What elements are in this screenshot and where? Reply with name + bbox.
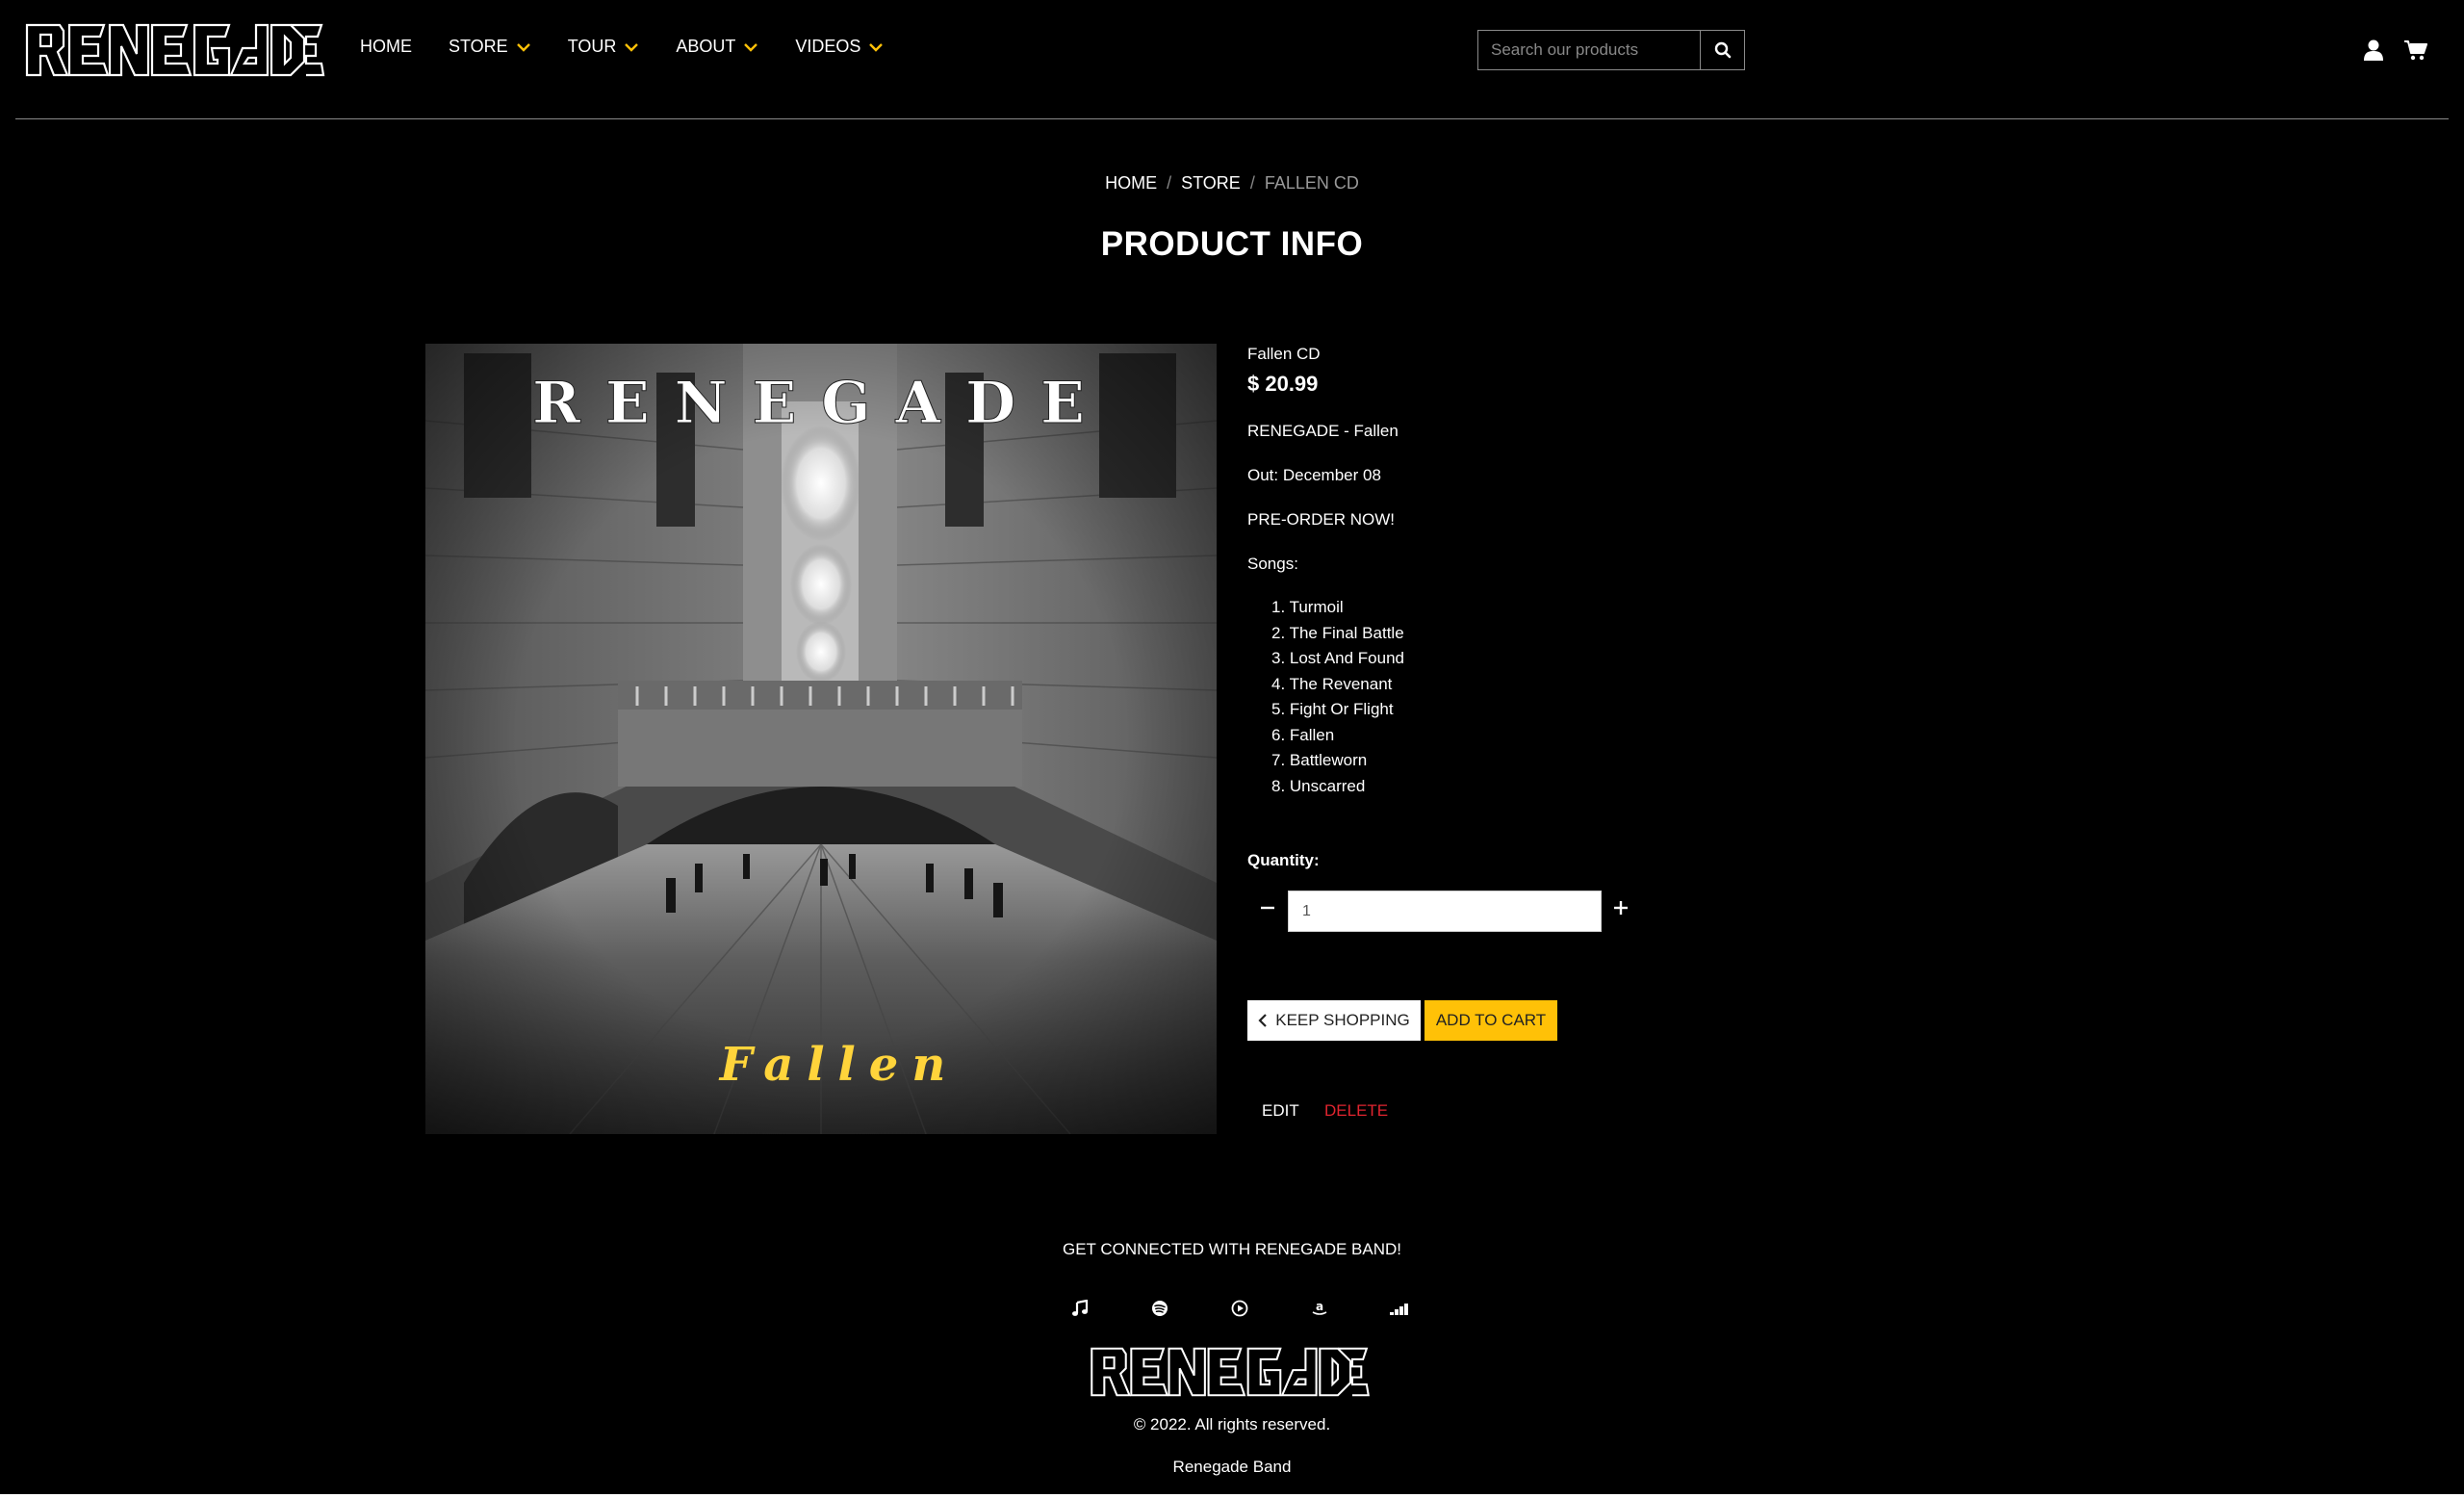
nav-videos[interactable]: VIDEOS xyxy=(795,37,884,57)
search-button[interactable] xyxy=(1701,30,1745,70)
search-input[interactable] xyxy=(1477,30,1701,70)
nav-divider xyxy=(15,118,2449,119)
nav-home[interactable]: HOME xyxy=(360,37,412,57)
song-item: 2. The Final Battle xyxy=(1271,623,1404,642)
breadcrumb-current: FALLEN CD xyxy=(1264,173,1359,193)
chevron-down-icon xyxy=(516,42,530,52)
song-item: 4. The Revenant xyxy=(1271,674,1393,693)
itunes-link[interactable] xyxy=(1061,1298,1099,1319)
cart-icon[interactable] xyxy=(2404,39,2427,61)
deezer-icon xyxy=(1390,1304,1408,1315)
svg-text:a: a xyxy=(1316,1300,1323,1313)
product-info: Fallen CD $ 20.99 RENEGADE - Fallen Out:… xyxy=(1247,345,1690,799)
breadcrumb-store[interactable]: STORE xyxy=(1181,173,1241,193)
main-nav: HOME STORE TOUR ABOUT VIDEOS xyxy=(360,37,920,57)
songs-label: Songs: xyxy=(1247,555,1298,573)
nav-tour-label: TOUR xyxy=(567,37,617,56)
search-icon xyxy=(1714,41,1731,59)
footer-logo[interactable] xyxy=(1080,1345,1380,1399)
nav-about[interactable]: ABOUT xyxy=(676,37,758,57)
song-item: 7. Battleworn xyxy=(1271,751,1368,769)
chevron-left-icon xyxy=(1258,1014,1268,1027)
song-item: 5. Fight Or Flight xyxy=(1271,700,1394,718)
song-list: 1. Turmoil 2. The Final Battle 3. Lost A… xyxy=(1247,595,1690,799)
product-name: Fallen CD xyxy=(1247,345,1321,363)
nav-tour[interactable]: TOUR xyxy=(568,37,640,57)
breadcrumb: HOME / STORE / FALLEN CD xyxy=(0,173,2464,194)
nav-about-label: ABOUT xyxy=(676,37,736,56)
footer-band-name: Renegade Band xyxy=(1172,1458,1292,1476)
nav-store[interactable]: STORE xyxy=(449,37,531,57)
user-icon[interactable] xyxy=(2364,39,2383,62)
song-item: 1. Turmoil xyxy=(1271,598,1344,616)
chevron-down-icon xyxy=(744,42,758,52)
product-preorder: PRE-ORDER NOW! xyxy=(1247,510,1395,529)
nav-home-label: HOME xyxy=(360,37,412,56)
copyright-text: © 2022. All rights reserved. xyxy=(1133,1415,1331,1433)
renegade-logo[interactable] xyxy=(25,21,325,79)
itunes-icon xyxy=(1072,1300,1089,1316)
quantity-input[interactable] xyxy=(1288,891,1602,932)
cover-band-text: RENEGADE xyxy=(532,370,1110,437)
spotify-icon xyxy=(1152,1301,1168,1316)
breadcrumb-separator: / xyxy=(1167,173,1172,193)
chevron-down-icon xyxy=(869,42,884,52)
bottom-border xyxy=(0,1494,2464,1498)
product-subtitle: RENEGADE - Fallen xyxy=(1247,422,1399,440)
amazon-link[interactable]: a xyxy=(1300,1298,1339,1319)
keep-shopping-label: KEEP SHOPPING xyxy=(1275,1011,1410,1029)
youtube-music-link[interactable] xyxy=(1220,1298,1259,1319)
breadcrumb-home[interactable]: HOME xyxy=(1105,173,1157,193)
song-item: 6. Fallen xyxy=(1271,725,1335,744)
amazon-icon: a xyxy=(1312,1300,1327,1315)
cover-album-text: Fallen xyxy=(718,1038,959,1092)
album-cover-image: RENEGADE Fallen xyxy=(425,344,1217,1134)
social-links: a xyxy=(1061,1298,1460,1319)
spotify-link[interactable] xyxy=(1141,1298,1179,1319)
nav-store-label: STORE xyxy=(449,37,508,56)
add-to-cart-button[interactable]: ADD TO CART xyxy=(1424,1000,1557,1041)
edit-link[interactable]: EDIT xyxy=(1262,1101,1299,1121)
page-title: PRODUCT INFO xyxy=(1100,225,1364,263)
delete-link[interactable]: DELETE xyxy=(1324,1101,1388,1121)
song-item: 3. Lost And Found xyxy=(1271,649,1404,667)
keep-shopping-button[interactable]: KEEP SHOPPING xyxy=(1247,1000,1421,1041)
youtube-music-icon xyxy=(1231,1300,1248,1317)
navbar: HOME STORE TOUR ABOUT VIDEOS xyxy=(0,0,2464,119)
plus-icon[interactable] xyxy=(1610,897,1631,918)
product-release: Out: December 08 xyxy=(1247,466,1381,484)
nav-videos-label: VIDEOS xyxy=(795,37,861,56)
minus-icon[interactable] xyxy=(1257,897,1278,918)
quantity-label: Quantity: xyxy=(1247,851,1320,869)
breadcrumb-separator: / xyxy=(1249,173,1255,193)
product-price: $ 20.99 xyxy=(1247,372,1319,396)
song-item: 8. Unscarred xyxy=(1271,776,1366,795)
deezer-link[interactable] xyxy=(1380,1298,1419,1319)
search-form xyxy=(1477,30,1745,70)
footer-heading: GET CONNECTED WITH RENEGADE BAND! xyxy=(1063,1240,1401,1258)
chevron-down-icon xyxy=(625,42,639,52)
